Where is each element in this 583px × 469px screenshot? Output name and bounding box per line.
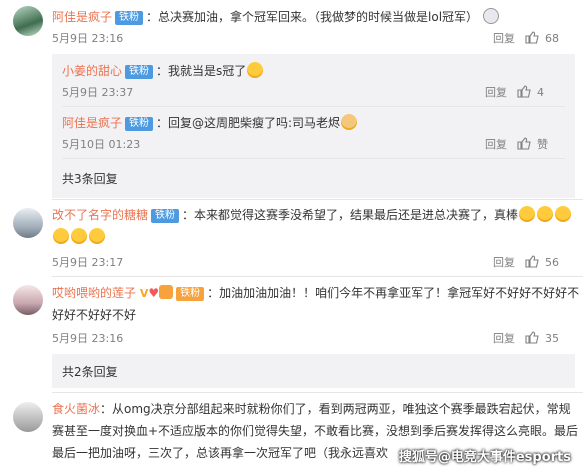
reply-button[interactable]: 回复 [493,254,515,272]
fan-badge[interactable]: 铁粉 [151,209,180,223]
comment-text: 赛甚至一度对换血+不适应版本的你们觉得失望，不敢看比赛，没想到季后赛发挥得这么亮… [52,424,579,438]
reply-username[interactable]: 小姜的甜心 [62,64,122,78]
emoji-icon [53,228,69,244]
thumb-up-icon [517,85,531,98]
reply-meta: 5月9日 23:37 回复 4 [62,84,565,102]
comment-meta: 5月9日 23:16 回复 35 [52,330,573,348]
comment-line: 阿佳是疯子 铁粉 ：总决赛加油，拿个冠军回来。（我做梦的时候当做是lol冠军） [52,8,577,26]
avatar[interactable] [13,208,43,238]
divider [52,276,583,277]
comment-line: 好好不好好不好 [52,306,577,324]
divider [52,392,583,393]
comment-meta: 5月9日 23:17 回复 56 [52,254,573,272]
emoji-icon [519,206,536,222]
emoji-icon [89,228,105,244]
fan-badge[interactable]: 铁粉 [115,11,144,25]
watermark: 搜狐号@电竞大事件esports [398,450,571,465]
reply-line: 小姜的甜心 铁粉 ：我就当是s冠了 [62,62,569,80]
reply-button[interactable]: 回复 [493,30,515,48]
comment-text: ：加油加油加油！！咱们今年不再拿亚军了！拿冠军好不好好不好好不 [207,286,580,300]
comment-line: 改不了名字的糖糖 铁粉 ：本来都觉得这赛季没希望了，结果最后还是进总决赛了，真棒 [52,206,577,224]
fan-badge[interactable]: 铁粉 [125,117,154,131]
fan-badge[interactable]: 铁粉 [125,65,154,79]
emoji-icon [537,206,554,222]
like-count: 赞 [537,138,548,151]
comment-text: 最后一把加油呀，三次了，总该再拿一次冠军了吧（我永远喜欢 [52,446,389,460]
like-button[interactable]: 赞 [517,136,565,154]
thumb-up-icon [517,137,531,150]
emoji-icon [482,8,499,24]
emoji-icon [71,228,87,244]
like-count: 56 [545,256,559,269]
reply-text: ：回复@这周肥柴瘦了吗:司马老烬 [156,116,341,130]
avatar[interactable] [13,285,43,315]
comment-line: 食火菌冰：从omg决京分部组起来时就粉你们了，看到两冠两亚，唯独这个赛季最跌宕起… [52,400,577,418]
like-count: 4 [537,86,544,99]
divider [52,199,583,200]
divider [62,158,565,159]
comment-username[interactable]: 哎哟喂哟的莲子 [52,286,136,300]
comment-text: ：总决赛加油，拿个冠军回来。（我做梦的时候当做是lol冠军） [146,10,479,24]
comment-list: 阿佳是疯子 铁粉 ：总决赛加油，拿个冠军回来。（我做梦的时候当做是lol冠军） 5月… [0,0,583,469]
comment-line: 赛甚至一度对换血+不适应版本的你们觉得失望，不敢看比赛，没想到季后赛发挥得这么亮… [52,422,579,440]
fan-badge[interactable]: 铁粉 [176,287,205,301]
emoji-icon [341,114,358,130]
thumb-up-icon [525,31,539,44]
like-button[interactable]: 68 [525,30,573,48]
divider [62,106,565,107]
reply-thread: 共2条回复 [52,354,575,388]
reply-button[interactable]: 回复 [493,330,515,348]
reply-button[interactable]: 回复 [485,84,507,102]
comment-line [52,228,577,246]
comment-text: 好好不好好不好 [52,308,137,322]
comment-time: 5月9日 23:17 [52,256,124,269]
like-button[interactable]: 4 [517,84,565,102]
comment-time: 5月9日 23:16 [52,32,124,45]
reply-text: ：我就当是s冠了 [156,64,247,78]
gift-icon [159,285,174,299]
comment-meta: 5月9日 23:16 回复 68 [52,30,573,48]
thumb-up-icon [525,331,539,344]
reply-username[interactable]: 阿佳是疯子 [62,116,122,130]
reply-thread: 小姜的甜心 铁粉 ：我就当是s冠了 5月9日 23:37 回复 4 阿佳是疯子 铁粉：… [52,54,575,198]
more-replies-link[interactable]: 共2条回复 [62,363,118,380]
comment-username[interactable]: 改不了名字的糖糖 [52,208,148,222]
comment-line: 哎哟喂哟的莲子 V♥ 铁粉 ：加油加油加油！！咱们今年不再拿亚军了！拿冠军好不好好不… [52,284,580,303]
reply-time: 5月9日 23:37 [62,86,134,99]
like-button[interactable]: 56 [525,254,573,272]
like-button[interactable]: 35 [525,330,573,348]
thumb-up-icon [525,255,539,268]
comment-username[interactable]: 阿佳是疯子 [52,10,112,24]
comment-username[interactable]: 食火菌冰 [52,402,100,416]
comment-text: ：从omg决京分部组起来时就粉你们了，看到两冠两亚，唯独这个赛季最跌宕起伏，常规 [100,402,571,416]
avatar[interactable] [13,6,43,36]
v-icon: V [139,287,149,300]
emoji-icon [555,206,572,222]
comment-time: 5月9日 23:16 [52,332,124,345]
reply-line: 阿佳是疯子 铁粉 ：回复@这周肥柴瘦了吗:司马老烬 [62,114,569,132]
reply-button[interactable]: 回复 [485,136,507,154]
reply-meta: 5月10日 01:23 回复 赞 [62,136,565,154]
like-count: 35 [545,332,559,345]
comment-text: ：本来都觉得这赛季没希望了，结果最后还是进总决赛了，真棒 [182,208,519,222]
like-count: 68 [545,32,559,45]
heart-icon: ♥ [148,286,160,300]
more-replies-link[interactable]: 共3条回复 [62,170,118,187]
avatar[interactable] [13,402,43,432]
emoji-icon [247,62,264,78]
reply-time: 5月10日 01:23 [62,138,141,151]
